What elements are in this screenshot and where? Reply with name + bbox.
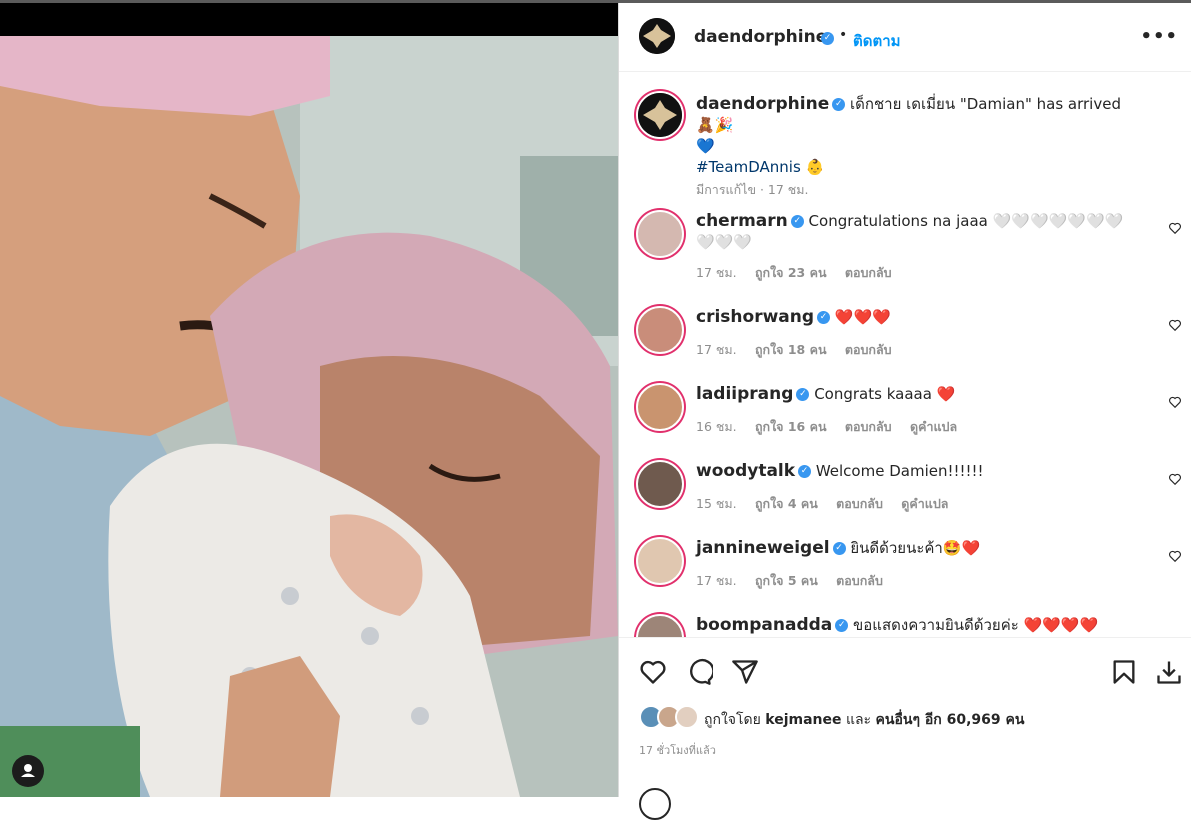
- comment-body: boompanadda ✓ ขอแสดงความยินดีด้วยค่ะ ❤️❤️…: [696, 615, 1136, 636]
- media-top-strip: [0, 3, 618, 36]
- heart-icon[interactable]: [639, 658, 667, 686]
- comments-list[interactable]: daendorphine ✓ เด็กชาย เดเมี่ยน "Damian" …: [619, 72, 1191, 637]
- post-header: daendorphine ✓ • ติดตาม •••: [619, 3, 1191, 72]
- comment-time: 15 ชม.: [696, 496, 737, 511]
- comment-body: woodytalk ✓ Welcome Damien!!!!!!: [696, 461, 1136, 482]
- caption-meta-text: มีการแก้ไข · 17 ชม.: [696, 182, 809, 197]
- heart-icon[interactable]: [1168, 221, 1182, 235]
- comment-text: Welcome Damien!!!!!!: [815, 462, 984, 480]
- liked-by-prefix: ถูกใจโดย: [704, 712, 761, 728]
- comment-time: 17 ชม.: [696, 265, 737, 280]
- liked-by-others[interactable]: คนอื่นๆ อีก 60,969 คน: [876, 712, 1025, 728]
- commenter-avatar[interactable]: [636, 460, 684, 508]
- owner-avatar[interactable]: [639, 18, 675, 54]
- comment-time: 17 ชม.: [696, 573, 737, 588]
- comment-text-line2: 🤍🤍🤍: [696, 233, 753, 251]
- comment-time: 17 ชม.: [696, 342, 737, 357]
- emoji-icon[interactable]: [639, 788, 671, 820]
- caption-body: daendorphine ✓ เด็กชาย เดเมี่ยน "Damian" …: [696, 94, 1136, 178]
- comment-body: chermarn ✓ Congratulations na jaaa 🤍🤍🤍🤍🤍🤍…: [696, 211, 1136, 253]
- comment-icon[interactable]: [685, 658, 713, 686]
- commenter-avatar[interactable]: [636, 306, 684, 354]
- verified-icon: ✓: [796, 388, 810, 401]
- post-photo[interactable]: [0, 36, 618, 797]
- commenter-username[interactable]: chermarn: [696, 211, 788, 231]
- download-icon[interactable]: [1155, 658, 1183, 686]
- comment-likes[interactable]: ถูกใจ 16 คน: [755, 419, 827, 434]
- commenter-avatar[interactable]: [636, 210, 684, 258]
- comment-likes[interactable]: ถูกใจ 23 คน: [755, 265, 827, 280]
- heart-icon[interactable]: [1168, 395, 1182, 409]
- comment-text: ยินดีด้วยนะค้า🤩❤️: [850, 539, 981, 557]
- comment-text: Congrats kaaaa ❤️: [814, 385, 956, 403]
- reply-button[interactable]: ตอบกลับ: [836, 496, 883, 511]
- verified-icon: ✓: [817, 311, 831, 324]
- comment-body: jannineweigel ✓ ยินดีด้วยนะค้า🤩❤️: [696, 538, 1136, 559]
- comment-time: 16 ชม.: [696, 419, 737, 434]
- comment-text: Congratulations na jaaa 🤍🤍🤍🤍🤍🤍🤍: [808, 212, 1124, 230]
- translate-button[interactable]: ดูคำแปล: [901, 496, 948, 511]
- verified-icon: ✓: [832, 98, 846, 111]
- reply-button[interactable]: ตอบกลับ: [845, 342, 892, 357]
- verified-icon: ✓: [835, 619, 849, 632]
- owner-username[interactable]: daendorphine: [694, 27, 827, 47]
- liked-by-text: ถูกใจโดย kejmanee และ คนอื่นๆ อีก 60,969…: [704, 709, 1024, 731]
- comment-text: ขอแสดงความยินดีด้วยค่ะ ❤️❤️❤️❤️: [853, 616, 1099, 634]
- more-icon[interactable]: •••: [1140, 26, 1178, 47]
- follow-button[interactable]: ติดตาม: [853, 29, 901, 53]
- translate-button[interactable]: ดูคำแปล: [910, 419, 957, 434]
- caption-meta: มีการแก้ไข · 17 ชม.: [696, 180, 823, 200]
- comment-meta: 17 ชม. ถูกใจ 23 คน ตอบกลับ: [696, 263, 906, 283]
- commenter-avatar[interactable]: [636, 537, 684, 585]
- comment-likes[interactable]: ถูกใจ 5 คน: [755, 573, 818, 588]
- comment-likes[interactable]: ถูกใจ 18 คน: [755, 342, 827, 357]
- commenter-username[interactable]: boompanadda: [696, 615, 832, 635]
- commenter-username[interactable]: woodytalk: [696, 461, 795, 481]
- caption-username[interactable]: daendorphine: [696, 94, 829, 114]
- bookmark-icon[interactable]: [1110, 658, 1138, 686]
- caption-avatar[interactable]: [636, 91, 684, 139]
- comment-likes[interactable]: ถูกใจ 4 คน: [755, 496, 818, 511]
- reply-button[interactable]: ตอบกลับ: [845, 265, 892, 280]
- verified-icon: ✓: [798, 465, 812, 478]
- comment-body: ladiiprang ✓ Congrats kaaaa ❤️: [696, 384, 1136, 405]
- caption-hashtag[interactable]: #TeamDAnnis: [696, 158, 801, 176]
- photo-illustration: [0, 36, 618, 797]
- comment-meta: 17 ชม. ถูกใจ 18 คน ตอบกลับ: [696, 340, 906, 360]
- verified-icon: ✓: [832, 542, 846, 555]
- user-tag-icon[interactable]: [12, 755, 44, 787]
- commenter-avatar[interactable]: [636, 383, 684, 431]
- verified-icon: ✓: [821, 32, 834, 45]
- heart-icon[interactable]: [1168, 549, 1182, 563]
- reply-button[interactable]: ตอบกลับ: [836, 573, 883, 588]
- verified-icon: ✓: [790, 215, 804, 228]
- comment-meta: 16 ชม. ถูกใจ 16 คน ตอบกลับ ดูคำแปล: [696, 417, 971, 437]
- liked-by-middle: และ: [845, 712, 872, 728]
- share-icon[interactable]: [731, 658, 759, 686]
- post-timestamp[interactable]: 17 ชั่วโมงที่แล้ว: [639, 741, 716, 759]
- comment-text: ❤️❤️❤️: [834, 308, 891, 326]
- commenter-avatar[interactable]: [636, 614, 684, 637]
- commenter-username[interactable]: crishorwang: [696, 307, 814, 327]
- caption-text-line2: 💙: [696, 137, 715, 155]
- separator-dot: •: [839, 27, 848, 43]
- comment-meta: 17 ชม. ถูกใจ 5 คน ตอบกลับ: [696, 571, 897, 591]
- liked-by-user[interactable]: kejmanee: [765, 712, 841, 728]
- comment-body: crishorwang ✓ ❤️❤️❤️: [696, 307, 1136, 328]
- heart-icon[interactable]: [1168, 318, 1182, 332]
- reply-button[interactable]: ตอบกลับ: [845, 419, 892, 434]
- post-details-panel: daendorphine ✓ • ติดตาม ••• daendorphine…: [618, 3, 1191, 820]
- heart-icon[interactable]: [1168, 472, 1182, 486]
- commenter-username[interactable]: jannineweigel: [696, 538, 830, 558]
- liker-avatar[interactable]: [675, 705, 699, 729]
- caption-hashtag-emoji: 👶: [805, 158, 825, 176]
- comment-meta: 15 ชม. ถูกใจ 4 คน ตอบกลับ ดูคำแปล: [696, 494, 962, 514]
- commenter-username[interactable]: ladiiprang: [696, 384, 793, 404]
